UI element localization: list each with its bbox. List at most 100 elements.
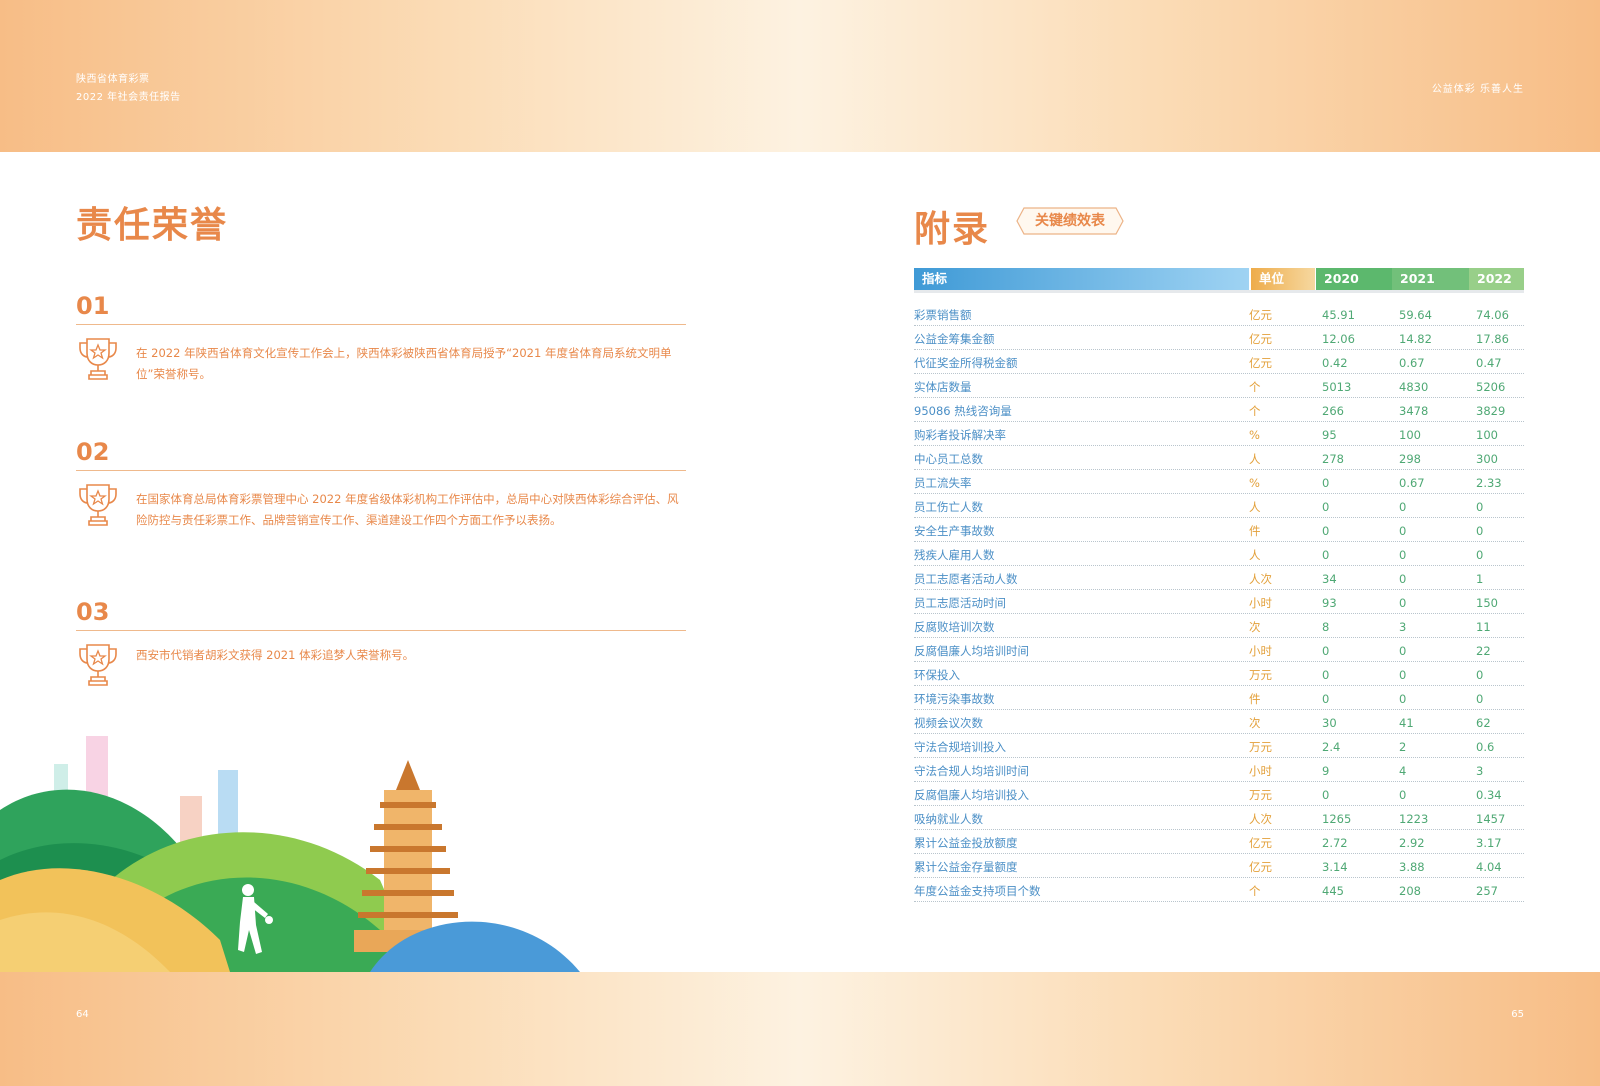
table-body: 彩票销售额 亿元 45.91 59.64 74.06 公益金筹集金额 亿元 12.06 14.8… (914, 302, 1524, 902)
cell-2022: 62 (1476, 716, 1491, 730)
cell-2020: 0 (1322, 644, 1330, 658)
honor-item-1: 01 在 2022 年陕西省体育文化宣传工作会上，陕西体彩被陕西省体育局授予“2… (76, 290, 686, 385)
cell-2022: 0 (1476, 524, 1484, 538)
cell-2020: 266 (1322, 404, 1344, 418)
cell-unit: 小时 (1249, 644, 1272, 658)
honor-divider (76, 630, 686, 631)
cell-2021: 41 (1399, 716, 1414, 730)
cell-indicator: 代征奖金所得税金额 (914, 356, 1018, 370)
cell-2021: 0.67 (1399, 356, 1425, 370)
cell-indicator: 吸纳就业人数 (914, 812, 983, 826)
cell-2022: 3829 (1476, 404, 1506, 418)
cell-unit: 个 (1249, 404, 1261, 418)
cell-2022: 0.6 (1476, 740, 1495, 754)
header-year-2021: 2021 (1392, 268, 1469, 290)
cell-unit: 万元 (1249, 788, 1272, 802)
cell-unit: 亿元 (1249, 308, 1272, 322)
cell-2020: 0 (1322, 500, 1330, 514)
table-row: 员工志愿活动时间 小时 93 0 150 (914, 590, 1524, 614)
cell-indicator: 员工流失率 (914, 476, 972, 490)
cell-2021: 0 (1399, 692, 1407, 706)
table-row: 累计公益金投放额度 亿元 2.72 2.92 3.17 (914, 830, 1524, 854)
header-org: 陕西省体育彩票 (76, 74, 150, 85)
header-band: 陕西省体育彩票 2022 年社会责任报告 公益体彩 乐善人生 (0, 0, 1600, 152)
cell-2021: 298 (1399, 452, 1421, 466)
table-row: 员工流失率% 0 0.67 2.33 (914, 470, 1524, 494)
cell-2021: 0 (1399, 644, 1407, 658)
cell-2021: 0 (1399, 596, 1407, 610)
cell-indicator: 累计公益金存量额度 (914, 860, 1018, 874)
cell-2020: 30 (1322, 716, 1337, 730)
cell-2020: 0 (1322, 476, 1330, 490)
cell-2022: 150 (1476, 596, 1498, 610)
cell-2022: 2.33 (1476, 476, 1502, 490)
table-row: 守法合规培训投入 万元 2.4 2 0.6 (914, 734, 1524, 758)
table-row: 环境污染事故数 件 0 0 0 (914, 686, 1524, 710)
table-row: 累计公益金存量额度 亿元 3.14 3.88 4.04 (914, 854, 1524, 878)
cell-2021: 0 (1399, 524, 1407, 538)
cell-2022: 1 (1476, 572, 1484, 586)
cell-unit: 亿元 (1249, 860, 1272, 874)
cell-2021: 0.67 (1399, 476, 1425, 490)
cell-2021: 0 (1399, 788, 1407, 802)
cell-2020: 0 (1322, 692, 1330, 706)
cell-2021: 3.88 (1399, 860, 1425, 874)
cell-2022: 3.17 (1476, 836, 1502, 850)
cell-2020: 0 (1322, 668, 1330, 682)
page-number-right: 65 (1511, 1009, 1524, 1020)
cell-2020: 34 (1322, 572, 1337, 586)
footer-band: 64 65 (0, 972, 1600, 1086)
cell-2020: 2.72 (1322, 836, 1348, 850)
cell-2020: 278 (1322, 452, 1344, 466)
cell-indicator: 中心员工总数 (914, 452, 983, 466)
header-shadow (914, 290, 1524, 293)
table-row: 反腐倡廉人均培训时间 小时 0 0 22 (914, 638, 1524, 662)
cell-2022: 0 (1476, 668, 1484, 682)
cell-indicator: 购彩者投诉解决率 (914, 428, 1006, 442)
table-row: 95086 热线咨询量 个 266 3478 3829 (914, 398, 1524, 422)
cell-2021: 3 (1399, 620, 1407, 634)
cell-indicator: 员工志愿活动时间 (914, 596, 1006, 610)
cell-2020: 93 (1322, 596, 1337, 610)
table-row: 公益金筹集金额 亿元 12.06 14.82 17.86 (914, 326, 1524, 350)
table-row: 残疾人雇用人数 人 0 0 0 (914, 542, 1524, 566)
cell-2022: 74.06 (1476, 308, 1509, 322)
cell-2020: 12.06 (1322, 332, 1355, 346)
cell-2022: 3 (1476, 764, 1484, 778)
cell-2022: 17.86 (1476, 332, 1509, 346)
cell-2022: 0 (1476, 548, 1484, 562)
table-row: 员工志愿者活动人数 人次 34 0 1 (914, 566, 1524, 590)
cell-unit: 人 (1249, 500, 1261, 514)
table-row: 年度公益金支持项目个数 个 445 208 257 (914, 878, 1524, 902)
honor-number: 03 (76, 598, 110, 626)
cell-indicator: 守法合规培训投入 (914, 740, 1006, 754)
cell-2021: 59.64 (1399, 308, 1432, 322)
table-row: 代征奖金所得税金额 亿元 0.42 0.67 0.47 (914, 350, 1524, 374)
cell-2020: 0 (1322, 548, 1330, 562)
cell-unit: 次 (1249, 716, 1261, 730)
cell-2021: 208 (1399, 884, 1421, 898)
cell-indicator: 反腐倡廉人均培训时间 (914, 644, 1029, 658)
cell-2021: 14.82 (1399, 332, 1432, 346)
cell-indicator: 守法合规人均培训时间 (914, 764, 1029, 778)
cell-indicator: 安全生产事故数 (914, 524, 995, 538)
honor-text: 西安市代销者胡彩文获得 2021 体彩追梦人荣誉称号。 (136, 648, 415, 662)
cell-unit: 万元 (1249, 668, 1272, 682)
table-row: 安全生产事故数 件 0 0 0 (914, 518, 1524, 542)
cell-indicator: 环境污染事故数 (914, 692, 995, 706)
cell-2022: 4.04 (1476, 860, 1502, 874)
cell-2020: 5013 (1322, 380, 1352, 394)
table-row: 购彩者投诉解决率% 95 100 100 (914, 422, 1524, 446)
cell-indicator: 员工志愿者活动人数 (914, 572, 1018, 586)
cell-unit: 亿元 (1249, 332, 1272, 346)
cell-2022: 5206 (1476, 380, 1506, 394)
cell-2021: 0 (1399, 668, 1407, 682)
table-row: 反腐败培训次数 次 8 3 11 (914, 614, 1524, 638)
right-page-title: 附录 (914, 209, 991, 250)
cell-2020: 0 (1322, 788, 1330, 802)
cell-2020: 0 (1322, 524, 1330, 538)
table-row: 守法合规人均培训时间 小时 9 4 3 (914, 758, 1524, 782)
trophy-icon (79, 338, 117, 380)
cell-2021: 0 (1399, 548, 1407, 562)
cell-unit: 次 (1249, 620, 1261, 634)
